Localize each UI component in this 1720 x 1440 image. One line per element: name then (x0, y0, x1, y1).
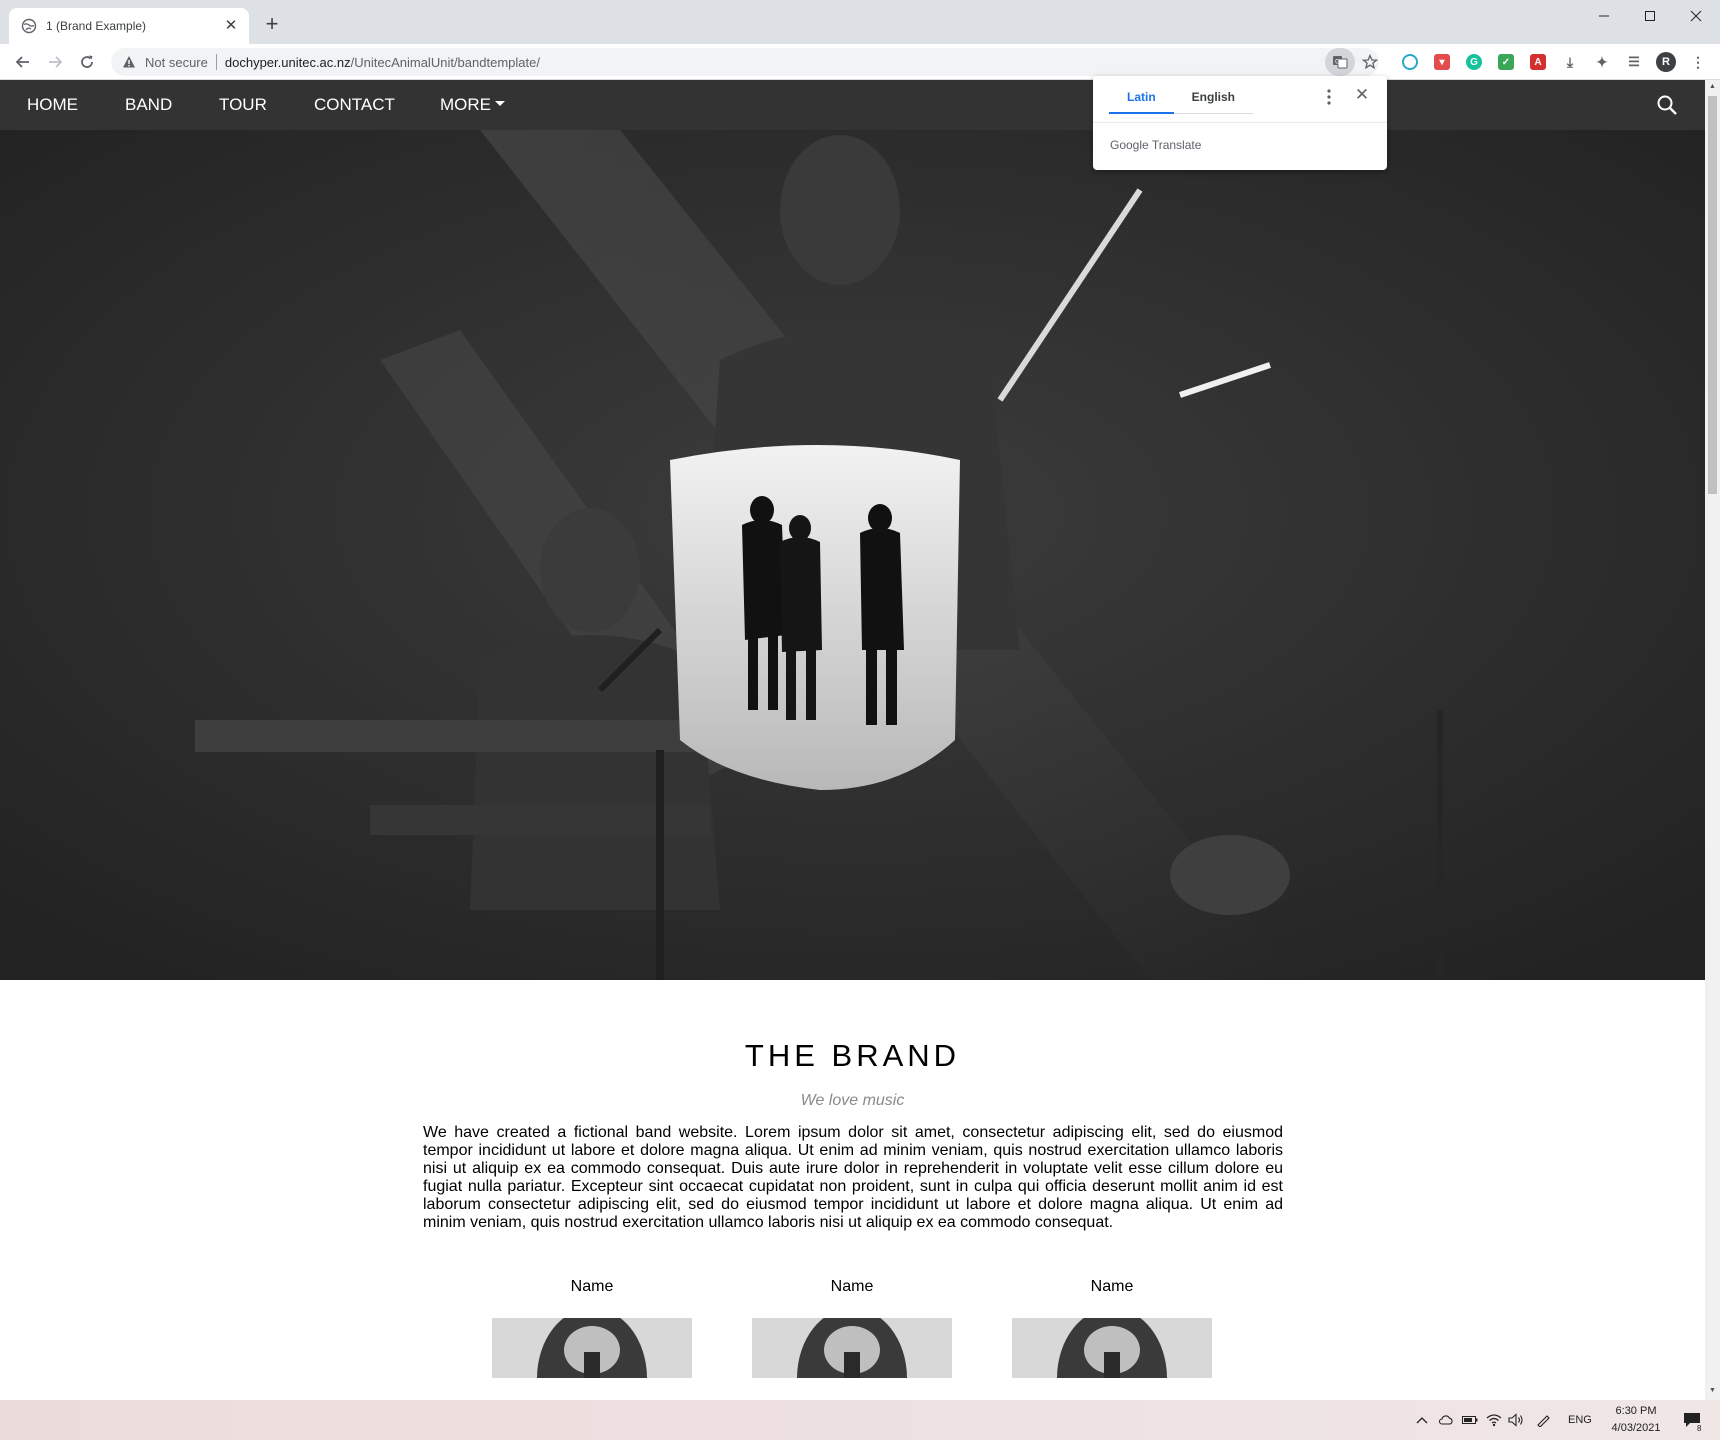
new-tab-button[interactable]: + (262, 13, 282, 35)
brand-subtitle: We love music (800, 1092, 905, 1109)
pen-icon[interactable] (1536, 1412, 1552, 1428)
band-photo (0, 130, 1705, 980)
tab-title: 1 (Brand Example) (46, 19, 147, 33)
more-options-icon[interactable] (1321, 88, 1337, 106)
brand-description: We have created a fictional band website… (423, 1124, 1283, 1231)
member-photo (492, 1318, 692, 1378)
star-icon (1362, 54, 1378, 70)
close-window-button[interactable] (1680, 0, 1712, 32)
translate-wordmark: Translate (1151, 138, 1202, 152)
url-host: dochyper.unitec.ac.nz (224, 54, 351, 70)
arrow-right-icon (49, 56, 63, 68)
battery-icon[interactable] (1462, 1412, 1478, 1428)
chevron-up-icon[interactable] (1414, 1412, 1430, 1428)
search-icon[interactable] (1656, 94, 1678, 116)
brand-title: THE BRAND (744, 1038, 961, 1073)
tab-strip: 1 (Brand Example) ✕ + (0, 0, 1720, 44)
member-name: Name (1090, 1278, 1134, 1295)
web-page: HOME BAND TOUR CONTACT MORE THE BRAND We… (0, 80, 1705, 1400)
extension-web-icon[interactable] (1402, 54, 1418, 70)
translate-popup: Latin English ✕ Google Translate (1093, 76, 1387, 170)
member-name: Name (570, 1278, 614, 1295)
globe-icon (21, 18, 37, 34)
extension-grammarly-icon[interactable]: G (1466, 54, 1482, 70)
member-photo (752, 1318, 952, 1378)
arrow-left-icon (15, 56, 29, 68)
extensions-puzzle-icon[interactable]: ✦ (1594, 54, 1610, 70)
nav-band[interactable]: BAND (125, 80, 172, 130)
close-icon[interactable]: ✕ (1353, 86, 1371, 104)
back-button[interactable] (11, 50, 35, 74)
translate-divider (1093, 122, 1387, 123)
extension-pdf-icon[interactable]: A (1530, 54, 1546, 70)
site-navbar: HOME BAND TOUR CONTACT MORE (0, 80, 1705, 130)
bookmark-star-button[interactable] (1356, 48, 1384, 76)
minimize-button[interactable] (1588, 0, 1620, 32)
member-photo (1012, 1318, 1212, 1378)
translate-language-tabs: Latin English (1109, 86, 1254, 114)
browser-toolbar: Not secure dochyper.unitec.ac.nz/UnitecA… (0, 44, 1720, 80)
nav-more-label: MORE (440, 95, 491, 114)
clock-date[interactable]: 4/03/2021 (1606, 1422, 1666, 1434)
nav-tour[interactable]: TOUR (219, 80, 267, 130)
google-wordmark: Google (1110, 138, 1149, 152)
volume-icon[interactable] (1508, 1412, 1524, 1428)
translate-icon: G (1333, 56, 1348, 69)
taskbar: ENG 6:30 PM 4/03/2021 8 (0, 1400, 1720, 1440)
extension-evernote-icon[interactable]: ✓ (1498, 54, 1514, 70)
wifi-icon[interactable] (1486, 1412, 1502, 1428)
nav-contact[interactable]: CONTACT (314, 80, 395, 130)
translate-button[interactable]: G (1325, 48, 1355, 76)
input-language[interactable]: ENG (1568, 1414, 1592, 1426)
member-name: Name (830, 1278, 874, 1295)
warning-icon[interactable] (121, 54, 137, 70)
caret-down-icon (495, 101, 505, 107)
download-icon[interactable]: ⤓ (1562, 54, 1578, 70)
member-card: Name (1012, 1278, 1212, 1378)
scroll-up-arrow-icon[interactable]: ▲ (1708, 82, 1717, 92)
translate-target-tab[interactable]: English (1174, 86, 1253, 114)
forward-button[interactable] (43, 50, 67, 74)
scrollbar-thumb[interactable] (1708, 96, 1717, 494)
member-card: Name (752, 1278, 952, 1378)
scroll-down-arrow-icon[interactable]: ▼ (1708, 1386, 1717, 1396)
address-divider (215, 54, 217, 70)
browser-menu-icon[interactable]: ⋮ (1690, 54, 1706, 70)
maximize-button[interactable] (1634, 0, 1666, 32)
cloud-icon[interactable] (1438, 1412, 1454, 1428)
profile-avatar[interactable]: R (1656, 52, 1676, 72)
clock-time[interactable]: 6:30 PM (1611, 1405, 1661, 1417)
tab-close-icon[interactable]: ✕ (223, 18, 239, 34)
google-translate-branding: Google Translate (1110, 138, 1201, 152)
browser-tab[interactable]: 1 (Brand Example) ✕ (9, 8, 249, 44)
notification-count-badge: 8 (1695, 1424, 1704, 1433)
reload-icon (81, 55, 93, 68)
reload-button[interactable] (75, 50, 99, 74)
nav-more[interactable]: MORE (440, 80, 505, 130)
url-path: /UnitecAnimalUnit/bandtemplate/ (350, 54, 540, 70)
extension-pocket-icon[interactable]: ▾ (1434, 54, 1450, 70)
address-bar[interactable]: Not secure dochyper.unitec.ac.nz/UnitecA… (111, 48, 1379, 76)
hero-image (0, 130, 1705, 980)
svg-text:G: G (1335, 59, 1340, 66)
member-card: Name (492, 1278, 692, 1378)
translate-source-tab[interactable]: Latin (1109, 86, 1174, 114)
nav-home[interactable]: HOME (27, 80, 78, 130)
page-scrollbar[interactable]: ▲ ▼ (1705, 80, 1720, 1400)
media-control-icon[interactable]: ☰ (1626, 54, 1642, 70)
security-label[interactable]: Not secure (145, 55, 208, 70)
